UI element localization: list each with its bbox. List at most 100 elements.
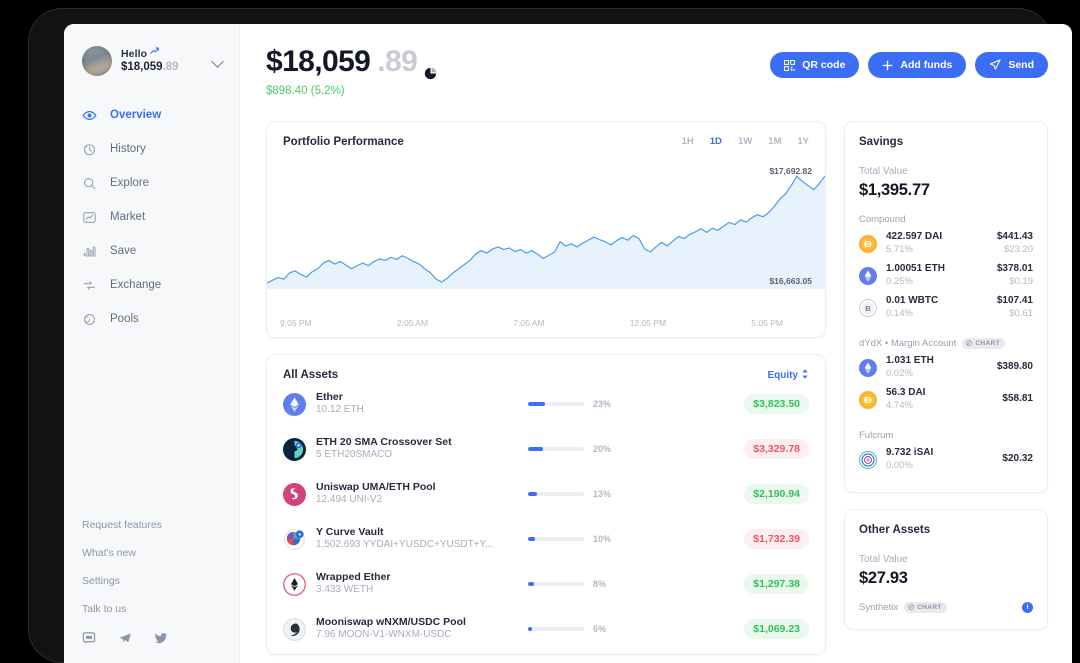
asset-percent: 6% [593, 624, 607, 634]
asset-identity: Uniswap UMA/ETH Pool 12.494 UNI-V2 [316, 481, 528, 507]
chart-low-label: $16,663.05 [769, 275, 812, 286]
range-selector: 1H 1D 1W 1M 1Y [682, 136, 809, 147]
chevron-down-icon[interactable] [211, 54, 225, 68]
range-1d[interactable]: 1D [710, 136, 722, 147]
asset-name: Y Curve Vault [316, 526, 384, 539]
holding-apy: 0.00% [886, 459, 913, 471]
table-row[interactable]: ETH 20 SMA Crossover Set 5 ETH20SMACO 20% $… [267, 427, 825, 472]
status-badge: $3,329.78 [744, 439, 809, 459]
chart-chip-label: CHART [975, 339, 1001, 347]
qr-code-button-label: QR code [802, 59, 846, 71]
clock-history-icon [82, 142, 97, 157]
other-assets-total-value: $27.93 [859, 568, 908, 587]
app-screen: Hello $18,059.89 Overview History Explor… [64, 24, 1072, 663]
ether-icon [859, 358, 877, 377]
table-row[interactable]: Mooniswap wNXM/USDC Pool 7.96 MOON-V1-WNX… [267, 607, 825, 652]
table-row[interactable]: Wrapped Ether 3.433 WETH 8% $1,297.38 [267, 562, 825, 607]
chart-chip[interactable]: CHART [962, 337, 1006, 349]
table-row[interactable]: Y Curve Vault 1,502.693 YYDAI+YUSDC+YUSDT… [267, 517, 825, 562]
savings-total-value: $1,395.77 [859, 180, 930, 199]
plus-icon [882, 60, 893, 71]
asset-quantity: 10.12 ETH [316, 404, 364, 416]
table-row[interactable]: Ether 10.12 ETH 23% $3,823.50 [267, 382, 825, 427]
eye-icon [82, 108, 97, 123]
assets-title: All Assets [283, 369, 339, 381]
sidebar-item-overview[interactable]: Overview [64, 98, 239, 132]
sidebar-item-save[interactable]: Save [64, 234, 239, 268]
sidebar-balance-main: $18,059 [121, 60, 163, 73]
savings-group-name: Fulcrum [859, 429, 894, 441]
holding-name: 1.031 ETH [886, 355, 934, 367]
telegram-icon[interactable] [118, 631, 132, 645]
sidebar-item-market[interactable]: Market [64, 200, 239, 234]
qr-code-button[interactable]: QR code [770, 52, 860, 78]
savings-group-label: Fulcrum [859, 430, 1033, 441]
profile-switcher[interactable]: Hello $18,059.89 [64, 24, 239, 76]
range-1h[interactable]: 1H [682, 136, 694, 147]
savings-groups: Compound 422.597 DAI 5.71% $441.43 $23.20 1.0… [858, 214, 1033, 476]
holding-apy: 0.02% [886, 367, 913, 379]
holding-identity: 9.732 iSAI 0.00% [886, 447, 1002, 471]
range-1w[interactable]: 1W [738, 136, 752, 147]
chart-plot-area[interactable]: $17,692.82 $16,663.05 [267, 164, 825, 314]
table-row[interactable]: Uniswap UMA/ETH Pool 12.494 UNI-V2 13% $2,1… [267, 472, 825, 517]
list-item[interactable]: 56.3 DAI 4.74% $58.81 [859, 384, 1033, 416]
holding-name: 1.00051 ETH [886, 263, 945, 275]
holding-values: $441.43 $23.20 [997, 231, 1033, 255]
dai-icon [859, 234, 877, 253]
sidebar-item-pools[interactable]: Pools [64, 302, 239, 336]
sidebar-item-exchange[interactable]: Exchange [64, 268, 239, 302]
x-tick: 5:05 PM [751, 317, 783, 328]
sidebar-link-talk-to-us[interactable]: Talk to us [82, 603, 221, 615]
sidebar-link-settings[interactable]: Settings [82, 575, 221, 587]
send-button[interactable]: Send [975, 52, 1048, 78]
sidebar-balance: $18,059.89 [121, 61, 202, 74]
content-columns: Portfolio Performance 1H 1D 1W 1M 1Y $17… [266, 120, 1048, 655]
sidebar-link-request-features[interactable]: Request features [82, 519, 221, 531]
holding-value: $389.80 [996, 361, 1033, 373]
mooniswap-icon [283, 617, 306, 641]
range-1y[interactable]: 1Y [797, 136, 809, 147]
x-tick: 9:05 PM [280, 317, 312, 328]
wbtc-icon: B [859, 298, 877, 317]
sidebar-link-whats-new[interactable]: What's new [82, 547, 221, 559]
info-icon[interactable]: i [1022, 601, 1033, 613]
asset-quantity: 3.433 WETH [316, 584, 374, 596]
greeting-label: Hello [121, 47, 148, 60]
sort-by-equity[interactable]: Equity [767, 368, 809, 382]
allocation-bar-fill [528, 627, 533, 631]
x-tick: 2:05 AM [396, 317, 429, 328]
allocation-bar-fill [528, 402, 545, 406]
asset-allocation: 10% [528, 534, 616, 544]
pools-icon [82, 312, 97, 327]
add-funds-button-label: Add funds [900, 59, 953, 71]
all-assets-card: All Assets Equity Ether 10.12 ETH 23% $3,82… [266, 353, 826, 655]
list-item[interactable]: 9.732 iSAI 0.00% $20.32 [858, 444, 1033, 476]
left-column: Portfolio Performance 1H 1D 1W 1M 1Y $17… [266, 120, 826, 655]
x-tick: 7:05 AM [513, 317, 545, 328]
performance-line-chart [267, 164, 825, 289]
range-1m[interactable]: 1M [768, 136, 781, 147]
portfolio-performance-card: Portfolio Performance 1H 1D 1W 1M 1Y $17… [266, 120, 826, 338]
asset-percent: 13% [593, 489, 612, 499]
sidebar-item-explore[interactable]: Explore [64, 166, 239, 200]
total-balance: $18,059.89 [266, 46, 437, 80]
pie-chart-icon[interactable] [424, 55, 437, 80]
list-item[interactable]: 422.597 DAI 5.71% $441.43 $23.20 [859, 228, 1033, 260]
holding-apy: 5.71% [886, 243, 913, 255]
twitter-icon[interactable] [154, 631, 168, 645]
holding-values: $378.01 $0.19 [997, 263, 1033, 287]
chat-icon[interactable] [82, 631, 96, 645]
device-frame: Hello $18,059.89 Overview History Explor… [28, 8, 1072, 663]
sparkle-icon [150, 46, 159, 57]
list-item[interactable]: 1.031 ETH 0.02% $389.80 [859, 352, 1033, 384]
sidebar-item-history[interactable]: History [64, 132, 239, 166]
list-item[interactable]: B 0.01 WBTC 0.14% $107.41 $0.61 [859, 292, 1033, 324]
add-funds-button[interactable]: Add funds [868, 52, 967, 78]
chart-chip[interactable]: CHART [904, 601, 947, 613]
chart-chip-label: CHART [917, 603, 942, 611]
list-item[interactable]: 1.00051 ETH 0.25% $378.01 $0.19 [859, 260, 1033, 292]
sidebar-item-label: Explore [110, 177, 149, 189]
sidebar-item-label: History [110, 143, 146, 155]
holding-values: $58.81 [1002, 393, 1033, 406]
